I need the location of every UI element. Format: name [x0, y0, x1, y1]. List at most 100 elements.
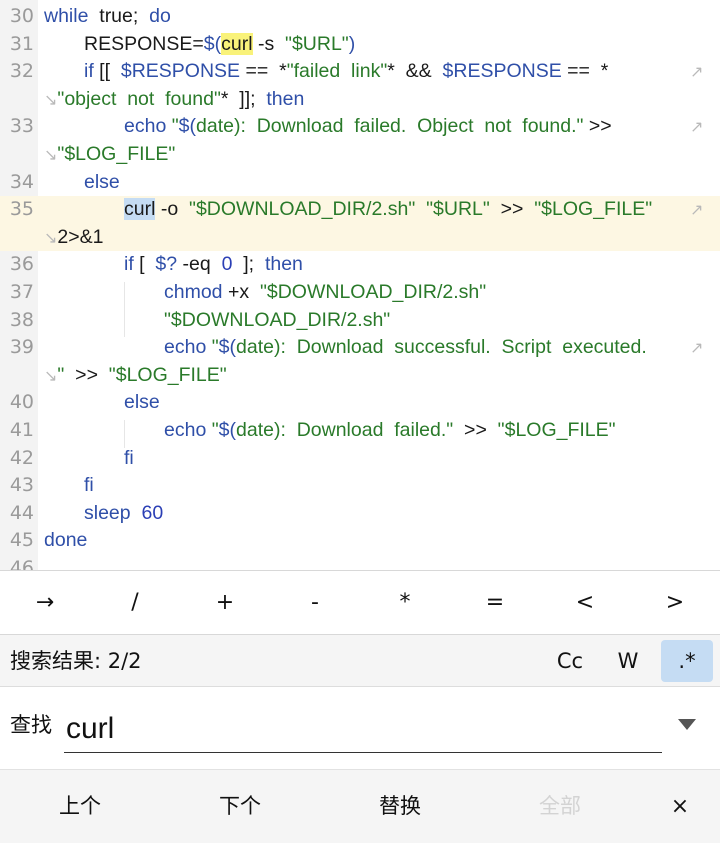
replace-all-button[interactable]: 全部 [520, 770, 600, 843]
code-line-continuation[interactable]: ↘2>&1 [0, 223, 720, 253]
find-input[interactable] [64, 705, 662, 753]
code-token: "$DOWNLOAD_DIR/2.sh" [164, 308, 391, 331]
code-line[interactable]: 36 if [ $? -eq 0 ]; then [0, 251, 720, 279]
search-action-bar: 上个 下个 替换 全部 × [0, 770, 720, 843]
code-editor[interactable]: 30 while true; do 31 RESPONSE=$(curl -s "$U… [0, 0, 720, 570]
match-case-toggle[interactable]: Cc [548, 640, 592, 682]
code-text[interactable]: echo "$(date): Download failed." >> "$LO… [164, 417, 616, 445]
code-lines[interactable]: 30 while true; do 31 RESPONSE=$(curl -s "$U… [0, 3, 720, 570]
symbol-key-plus[interactable]: + [180, 571, 270, 634]
code-token: date): Download failed." [236, 418, 454, 441]
replace-button[interactable]: 替换 [360, 770, 440, 843]
code-line[interactable]: 32 if [[ $RESPONSE == *"failed link"* && … [0, 58, 720, 86]
code-line[interactable]: 30 while true; do [0, 3, 720, 31]
next-match-button[interactable]: 下个 [200, 770, 280, 843]
symbol-key-less-than[interactable]: < [540, 571, 630, 634]
code-line[interactable]: 41 echo "$(date): Download failed." >> "$… [0, 417, 720, 445]
code-text[interactable]: done [44, 527, 87, 555]
code-text[interactable]: echo "$(date): Download successful. Scri… [164, 334, 647, 362]
symbol-key-slash[interactable]: / [90, 571, 180, 634]
code-line[interactable]: 45 done [0, 527, 720, 555]
code-line[interactable]: 35 curl -o "$DOWNLOAD_DIR/2.sh" "$URL" >>… [0, 196, 720, 224]
close-search-icon[interactable]: × [660, 770, 700, 843]
code-token: +x [222, 280, 260, 303]
search-history-dropdown-icon[interactable] [678, 719, 696, 730]
code-line[interactable]: 43 fi [0, 472, 720, 500]
symbol-key-equals[interactable]: = [450, 571, 540, 634]
code-line-continuation[interactable]: ↘"object not found"* ]]; then [0, 86, 720, 114]
code-line[interactable]: 34 else [0, 169, 720, 197]
code-line-continuation[interactable]: ↘"$LOG_FILE" [0, 141, 720, 169]
line-number: 42 [9, 446, 34, 469]
code-token: "$URL" [285, 32, 349, 55]
code-text[interactable]: ↘" >> "$LOG_FILE" [44, 362, 227, 391]
code-line[interactable]: 38 "$DOWNLOAD_DIR/2.sh" [0, 307, 720, 335]
code-line[interactable]: 46 [0, 555, 720, 570]
code-line[interactable]: 44 sleep 60 [0, 500, 720, 528]
code-line[interactable]: 31 RESPONSE=$(curl -s "$URL") [0, 31, 720, 59]
whole-word-toggle[interactable]: W [608, 640, 648, 682]
code-token: echo [164, 418, 207, 441]
line-number: 35 [9, 198, 34, 221]
code-token: true; [88, 5, 150, 27]
search-match: curl [124, 198, 156, 221]
indent-guide [124, 282, 125, 338]
code-token: "$URL" [426, 198, 490, 221]
code-line[interactable]: 39 echo "$(date): Download successful. Sc… [0, 334, 720, 362]
line-number: 45 [9, 529, 34, 552]
symbol-key-asterisk[interactable]: * [360, 571, 450, 634]
previous-match-button[interactable]: 上个 [40, 770, 120, 843]
regex-toggle[interactable]: .* [661, 640, 713, 682]
code-text[interactable]: "$DOWNLOAD_DIR/2.sh" [164, 307, 390, 335]
symbol-key-minus[interactable]: - [270, 571, 360, 634]
code-text[interactable]: else [84, 169, 120, 197]
code-line[interactable]: 40 else [0, 389, 720, 417]
code-token: $RESPONSE [120, 60, 241, 83]
code-text[interactable]: RESPONSE=$(curl -s "$URL") [84, 31, 355, 59]
line-number: 44 [9, 501, 34, 524]
code-text[interactable]: fi [124, 445, 134, 473]
code-line[interactable]: 42 fi [0, 445, 720, 473]
code-token: * ]]; [220, 87, 267, 110]
code-text[interactable]: ↘2>&1 [44, 224, 104, 253]
code-token: if [84, 60, 94, 83]
code-text[interactable]: ↘"object not found"* ]]; then [44, 86, 304, 115]
line-number: 34 [9, 170, 34, 193]
code-line[interactable]: 33 echo "$(date): Download failed. Object… [0, 113, 720, 141]
code-text[interactable]: while true; do [44, 3, 171, 31]
code-token: date) [196, 115, 241, 138]
code-text[interactable]: if [ $? -eq 0 ]; then [124, 251, 303, 279]
find-row: 查找 [0, 687, 720, 770]
wrap-continue-icon: ↘ [44, 229, 58, 247]
code-token: fi [84, 474, 94, 497]
code-token: "$DOWNLOAD_DIR/2.sh" [189, 198, 416, 221]
code-token: [ [133, 253, 156, 276]
symbol-key-greater-than[interactable]: > [630, 571, 720, 634]
code-token: >> [583, 115, 618, 138]
code-text[interactable]: curl -o "$DOWNLOAD_DIR/2.sh" "$URL" >> "… [124, 196, 652, 224]
code-token: -eq [177, 253, 222, 276]
symbol-key-arrow[interactable]: → [0, 571, 90, 634]
code-text[interactable]: fi [84, 472, 94, 500]
wrap-continue-icon: ↘ [44, 367, 58, 385]
code-text[interactable]: else [124, 389, 160, 417]
line-number: 36 [9, 253, 34, 276]
code-token: >> [64, 363, 109, 386]
code-text[interactable]: echo "$(date): Download failed. Object n… [124, 113, 617, 141]
code-token: fi [124, 446, 134, 469]
code-token: echo [124, 115, 167, 138]
code-text[interactable]: sleep 60 [84, 500, 163, 528]
code-token: ) [348, 32, 356, 55]
code-line-continuation[interactable]: ↘" >> "$LOG_FILE" [0, 362, 720, 390]
code-token: while [44, 5, 89, 27]
code-token: date): Download successful. Script execu… [236, 336, 647, 359]
wrap-continue-icon: ↘ [44, 146, 58, 164]
code-text[interactable]: ↘"$LOG_FILE" [44, 141, 175, 170]
code-token: 60 [141, 501, 164, 524]
code-token: * && [387, 60, 443, 83]
code-token: >> [489, 198, 535, 221]
code-text[interactable]: if [[ $RESPONSE == *"failed link"* && $R… [84, 58, 608, 86]
code-text[interactable]: chmod +x "$DOWNLOAD_DIR/2.sh" [164, 279, 486, 307]
code-line[interactable]: 37 chmod +x "$DOWNLOAD_DIR/2.sh" [0, 279, 720, 307]
